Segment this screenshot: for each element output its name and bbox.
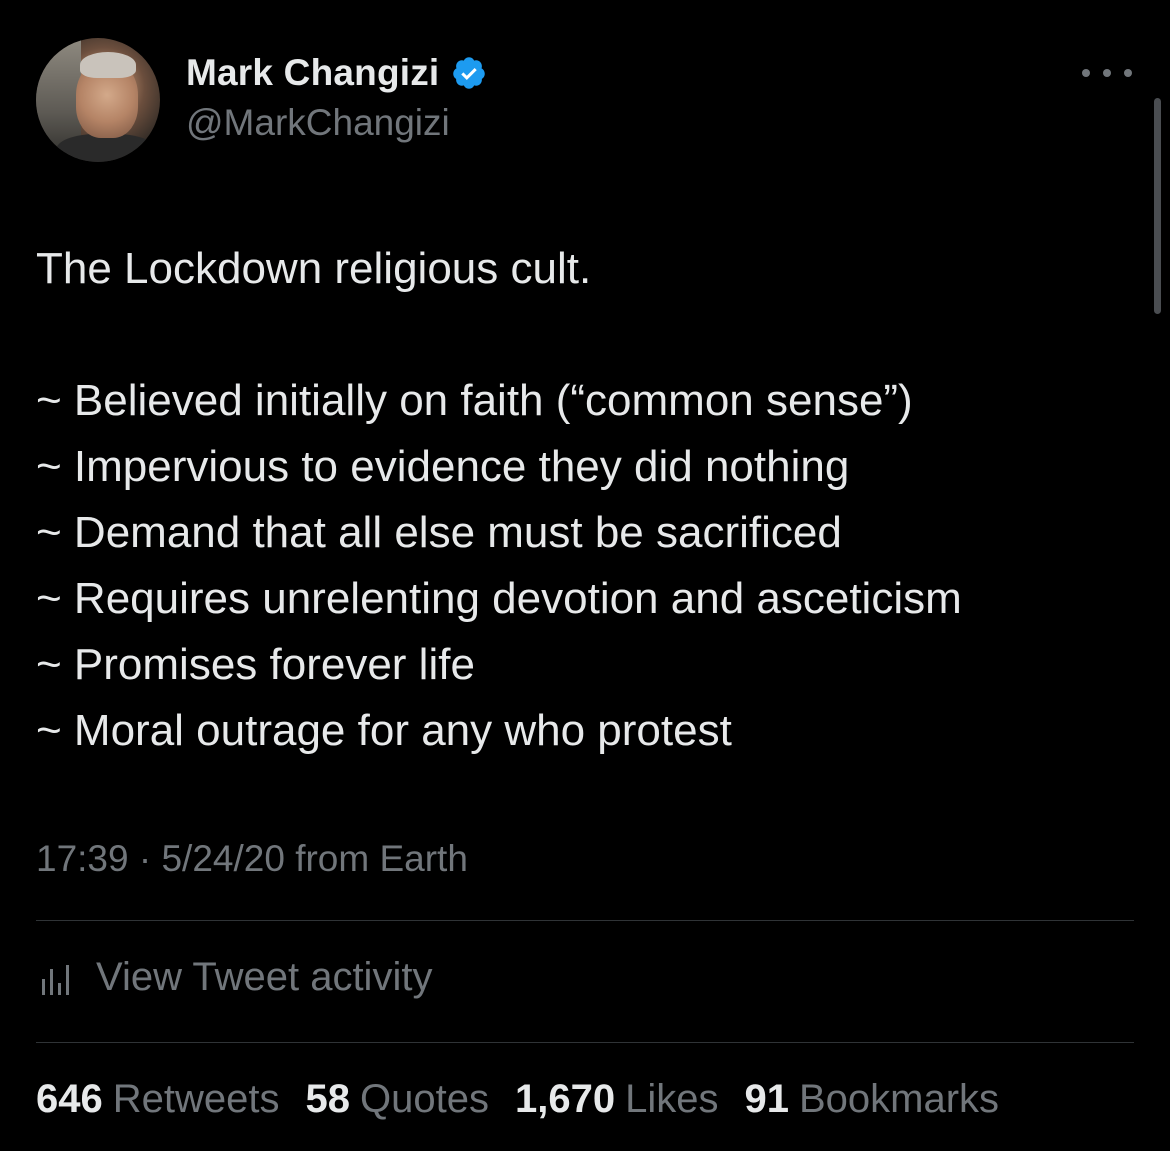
likes-stat[interactable]: 1,670 Likes <box>515 1077 719 1122</box>
tweet-line: ~ Requires unrelenting devotion and asce… <box>36 574 962 623</box>
tweet-line: ~ Impervious to evidence they did nothin… <box>36 442 850 491</box>
quotes-count: 58 <box>305 1076 351 1121</box>
author-handle[interactable]: @MarkChangizi <box>186 102 450 144</box>
author-display-name[interactable]: Mark Changizi <box>186 52 439 94</box>
more-options-icon[interactable] <box>1082 58 1132 88</box>
tweet-detail: Mark Changizi @MarkChangizi The Lockdown… <box>0 0 1170 1151</box>
bookmarks-count: 91 <box>744 1076 789 1121</box>
avatar-shirt <box>56 134 156 162</box>
tweet-line: The Lockdown religious cult. <box>36 244 592 293</box>
view-tweet-activity-link[interactable]: View Tweet activity <box>36 952 432 1002</box>
view-tweet-activity-label: View Tweet activity <box>96 954 433 999</box>
bookmarks-stat[interactable]: 91 Bookmarks <box>744 1077 999 1122</box>
quotes-label: Quotes <box>360 1076 489 1121</box>
retweets-label: Retweets <box>112 1076 280 1121</box>
tweet-line: ~ Believed initially on faith (“common s… <box>36 376 913 425</box>
tweet-timestamp[interactable]: 17:39 · 5/24/20 from Earth <box>36 838 468 880</box>
tweet-text: The Lockdown religious cult. ~ Believed … <box>36 236 1136 764</box>
scrollbar[interactable] <box>1154 98 1161 314</box>
avatar[interactable] <box>36 38 160 162</box>
author-name-row[interactable]: Mark Changizi <box>186 50 487 96</box>
more-dot <box>1124 69 1132 77</box>
retweets-stat[interactable]: 646 Retweets <box>36 1077 280 1122</box>
bar-chart-icon <box>42 965 69 995</box>
more-dot <box>1103 69 1111 77</box>
likes-count: 1,670 <box>514 1076 616 1121</box>
quotes-stat[interactable]: 58 Quotes <box>306 1077 489 1122</box>
tweet-line: ~ Demand that all else must be sacrifice… <box>36 508 842 557</box>
bookmarks-label: Bookmarks <box>798 1076 1000 1121</box>
tweet-line: ~ Promises forever life <box>36 640 475 689</box>
divider <box>36 920 1134 921</box>
engagement-stats: 646 Retweets 58 Quotes 1,670 Likes 91 Bookma… <box>36 1074 1025 1124</box>
retweets-count: 646 <box>36 1076 103 1121</box>
verified-badge-icon <box>453 57 486 89</box>
more-dot <box>1082 69 1090 77</box>
likes-label: Likes <box>625 1076 719 1121</box>
avatar-hair <box>80 52 136 78</box>
tweet-line: ~ Moral outrage for any who protest <box>36 706 732 755</box>
divider <box>36 1042 1134 1043</box>
